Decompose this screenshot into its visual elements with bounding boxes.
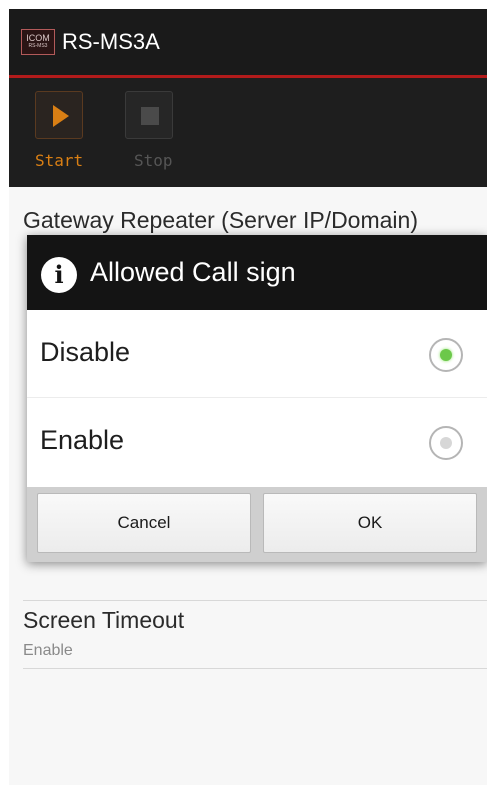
option-enable[interactable]: Enable xyxy=(27,398,487,486)
setting-gateway-repeater[interactable]: Gateway Repeater (Server IP/Domain) xyxy=(9,187,487,237)
divider xyxy=(23,600,487,601)
dialog-header: i Allowed Call sign xyxy=(27,235,487,310)
radio-disable[interactable] xyxy=(429,338,463,372)
app-logo-icon: ICOM RS-MS3 xyxy=(21,29,55,55)
app-screen: ICOM RS-MS3 RS-MS3A Start Stop Gateway R… xyxy=(9,9,487,785)
stop-icon xyxy=(141,107,159,125)
option-enable-label: Enable xyxy=(40,425,125,455)
app-logo-text: ICOM xyxy=(26,33,50,43)
divider xyxy=(23,668,487,669)
app-logo-subtext: RS-MS3 xyxy=(28,43,48,49)
option-disable-label: Disable xyxy=(40,337,131,367)
app-bar: ICOM RS-MS3 RS-MS3A xyxy=(9,9,487,75)
radio-selected-dot-icon xyxy=(440,349,452,361)
radio-enable[interactable] xyxy=(429,426,463,460)
start-icon-box xyxy=(35,91,83,139)
setting-screen-timeout-value: Enable xyxy=(23,642,73,659)
setting-screen-timeout-title: Screen Timeout xyxy=(23,607,185,633)
dialog-button-bar: Cancel OK xyxy=(27,487,487,562)
allowed-call-sign-dialog: i Allowed Call sign Disable Enable Cance… xyxy=(27,235,487,562)
start-label: Start xyxy=(35,151,84,170)
setting-screen-timeout[interactable]: Screen Timeout Enable xyxy=(9,592,487,672)
app-title: RS-MS3A xyxy=(62,29,160,54)
radio-unselected-dot-icon xyxy=(440,437,452,449)
dialog-title: Allowed Call sign xyxy=(90,257,296,287)
setting-gateway-title: Gateway Repeater (Server IP/Domain) xyxy=(23,207,418,233)
toolbar: Start Stop xyxy=(9,78,487,187)
stop-label: Stop xyxy=(134,151,173,170)
play-icon xyxy=(53,105,69,127)
cancel-button[interactable]: Cancel xyxy=(37,493,251,553)
stop-icon-box xyxy=(125,91,173,139)
ok-button[interactable]: OK xyxy=(263,493,477,553)
info-icon: i xyxy=(41,257,77,293)
option-disable[interactable]: Disable xyxy=(27,310,487,398)
